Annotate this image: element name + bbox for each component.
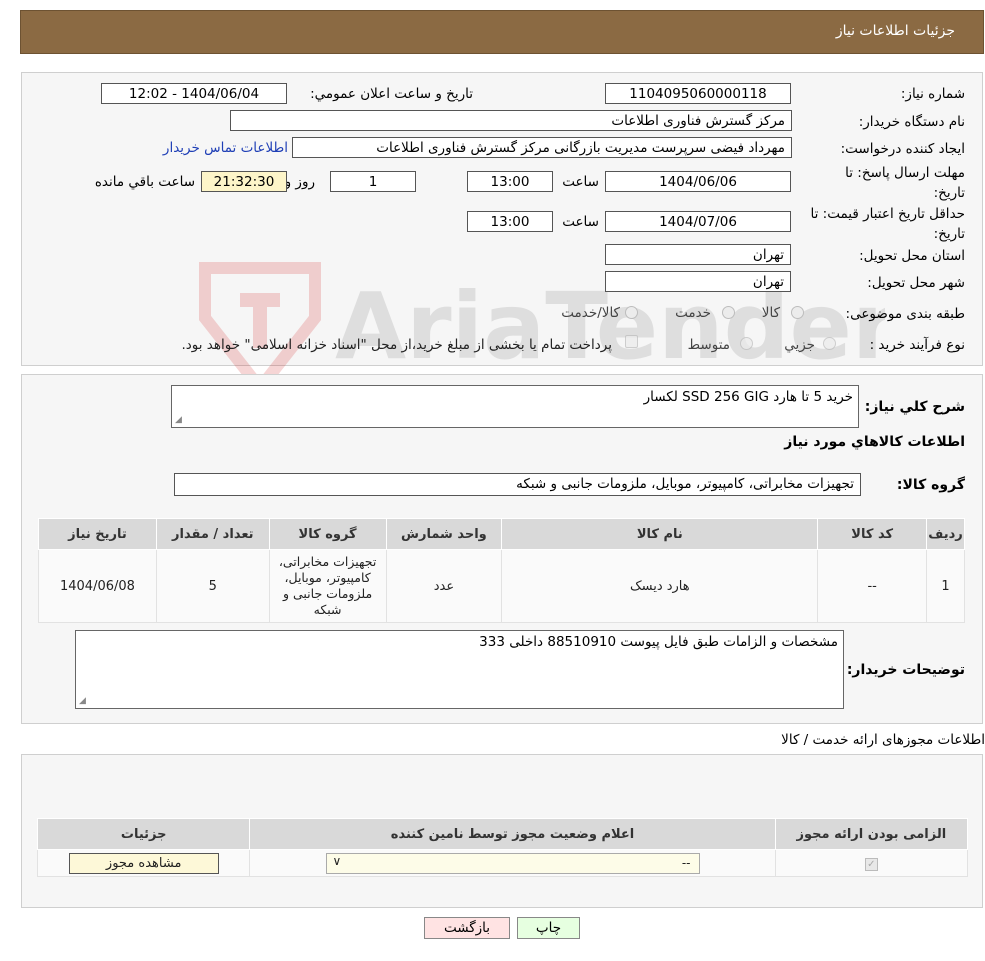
col-qty: تعداد / مقدار [155,518,270,550]
summary-label: شرح کلي نياز: [864,399,965,415]
deadline-label: مهلت ارسال پاسخ: تا تاريخ: [845,165,965,201]
days-label: روز و [284,174,315,190]
permit-status-select[interactable]: ∨ -- [325,852,700,874]
col-code: کد کالا [817,518,928,550]
permits-heading: اطلاعات مجوزهای ارائه خدمت / کالا [781,732,985,748]
process-option-minor: جزيي [784,337,815,353]
process-label: نوع فرآيند خريد : [869,337,965,353]
group-field: تجهیزات مخابراتی، کامپیوتر، موبایل، ملزو… [174,473,861,496]
creator-field: مهرداد فیضی سرپرست مدیریت بازرگانی مرکز … [292,137,792,158]
buyer-notes-textarea[interactable]: مشخصات و الزامات طبق فایل پیوست 88510910… [75,630,844,709]
col-permit-status: اعلام وضعيت مجوز توسط نامين کننده [249,818,776,850]
validity-time-label: ساعت [562,214,599,230]
summary-text: خرید 5 تا هارد SSD 256 GIG لکسار [643,389,853,405]
deadline-time-label: ساعت [562,174,599,190]
province-label: استان محل تحويل: [859,248,965,264]
cell-row: 1 [926,549,965,623]
cell-group: تجهیزات مخابراتی، کامپیوتر، موبایل، ملزو… [268,549,387,623]
cell-date: 1404/06/08 [38,549,157,623]
chevron-down-icon: ∨ [332,853,342,868]
permit-status-cell: ∨ -- [249,849,776,877]
category-option-goods-service: کالا/خدمت [561,305,620,321]
process-radio-medium[interactable] [740,337,753,350]
remaining-time-field: 21:32:30 [201,171,287,192]
permits-table-header: الزامی بودن ارائه مجوز اعلام وضعيت مجوز … [36,818,969,850]
buyer-contact-link[interactable]: اطلاعات تماس خريدار [163,140,288,156]
buyer-org-label: نام دستگاه خريدار: [858,114,965,130]
announce-label: تاریخ و ساعت اعلان عمومي: [310,86,473,102]
validity-date-field: 1404/07/06 [605,211,791,232]
col-unit: واحد شمارش [385,518,503,550]
process-option-medium: متوسط [687,337,730,353]
print-button[interactable]: چاپ [517,917,580,939]
deadline-date-field: 1404/06/06 [605,171,791,192]
table-row: ✓ ∨ -- مشاهده مجوز [36,849,969,877]
back-button[interactable]: بازگشت [424,917,510,939]
buyer-notes-label: توضيحات خريدار: [846,662,965,678]
category-option-service: خدمت [675,305,711,321]
permit-required-cell: ✓ [774,849,969,877]
resize-grip-icon[interactable]: ◢ [175,415,182,425]
buyer-org-field: مرکز گسترش فناوری اطلاعات [230,110,792,131]
resize-grip-icon[interactable]: ◢ [79,696,86,706]
treasury-payment-checkbox[interactable] [625,335,638,348]
city-field: تهران [605,271,791,292]
items-table-header: رديف کد کالا نام کالا واحد شمارش گروه کا… [38,518,965,550]
days-field: 1 [330,171,416,192]
col-name: نام کالا [501,518,819,550]
permit-status-value: -- [681,855,691,870]
items-table: رديف کد کالا نام کالا واحد شمارش گروه کا… [38,518,965,623]
col-date: تاريخ نياز [38,518,157,550]
process-radio-minor[interactable] [823,337,836,350]
page-title: جزئیات اطلاعات نیاز [835,23,955,39]
category-label: طبقه بندی موضوعی: [845,306,965,322]
table-row: 1 -- هارد دیسک عدد تجهیزات مخابراتی، کام… [38,549,965,623]
buyer-notes-text: مشخصات و الزامات طبق فایل پیوست 88510910… [479,634,838,650]
category-option-goods: کالا [761,305,780,321]
cell-code: -- [817,549,928,623]
validity-label: حداقل تاريخ اعتبار قيمت: تا تاريخ: [810,206,965,242]
remaining-label: ساعت باقي مانده [94,174,195,190]
col-permit-details: جزئيات [36,818,251,850]
process-note: پرداخت تمام يا بخشی از مبلغ خريد،از محل … [181,337,612,353]
summary-textarea[interactable]: خرید 5 تا هارد SSD 256 GIG لکسار ◢ [171,385,859,428]
view-permit-button[interactable]: مشاهده مجوز [68,852,219,874]
col-group: گروه کالا [268,518,387,550]
permit-details-cell: مشاهده مجوز [36,849,251,877]
category-radio-service[interactable] [722,306,735,319]
col-permit-required: الزامی بودن ارائه مجوز [774,818,969,850]
province-field: تهران [605,244,791,265]
group-label: گروه کالا: [896,477,965,493]
category-radio-goods-service[interactable] [625,306,638,319]
category-radio-goods[interactable] [791,306,804,319]
need-number-field: 1104095060000118 [605,83,791,104]
page-header: جزئیات اطلاعات نیاز [20,10,984,54]
col-row: رديف [926,518,965,550]
creator-label: ايجاد کننده درخواست: [840,141,965,157]
need-number-label: شماره نیاز: [900,86,965,102]
validity-time-field: 13:00 [467,211,553,232]
deadline-time-field: 13:00 [467,171,553,192]
items-heading: اطلاعات کالاهاي مورد نياز [784,434,965,450]
cell-unit: عدد [385,549,503,623]
city-label: شهر محل تحويل: [867,275,965,291]
permit-required-checkbox[interactable]: ✓ [864,857,878,871]
announce-datetime-field: 1404/06/04 - 12:02 [101,83,287,104]
permits-table: الزامی بودن ارائه مجوز اعلام وضعيت مجوز … [36,818,969,877]
cell-qty: 5 [155,549,270,623]
cell-name: هارد دیسک [501,549,819,623]
